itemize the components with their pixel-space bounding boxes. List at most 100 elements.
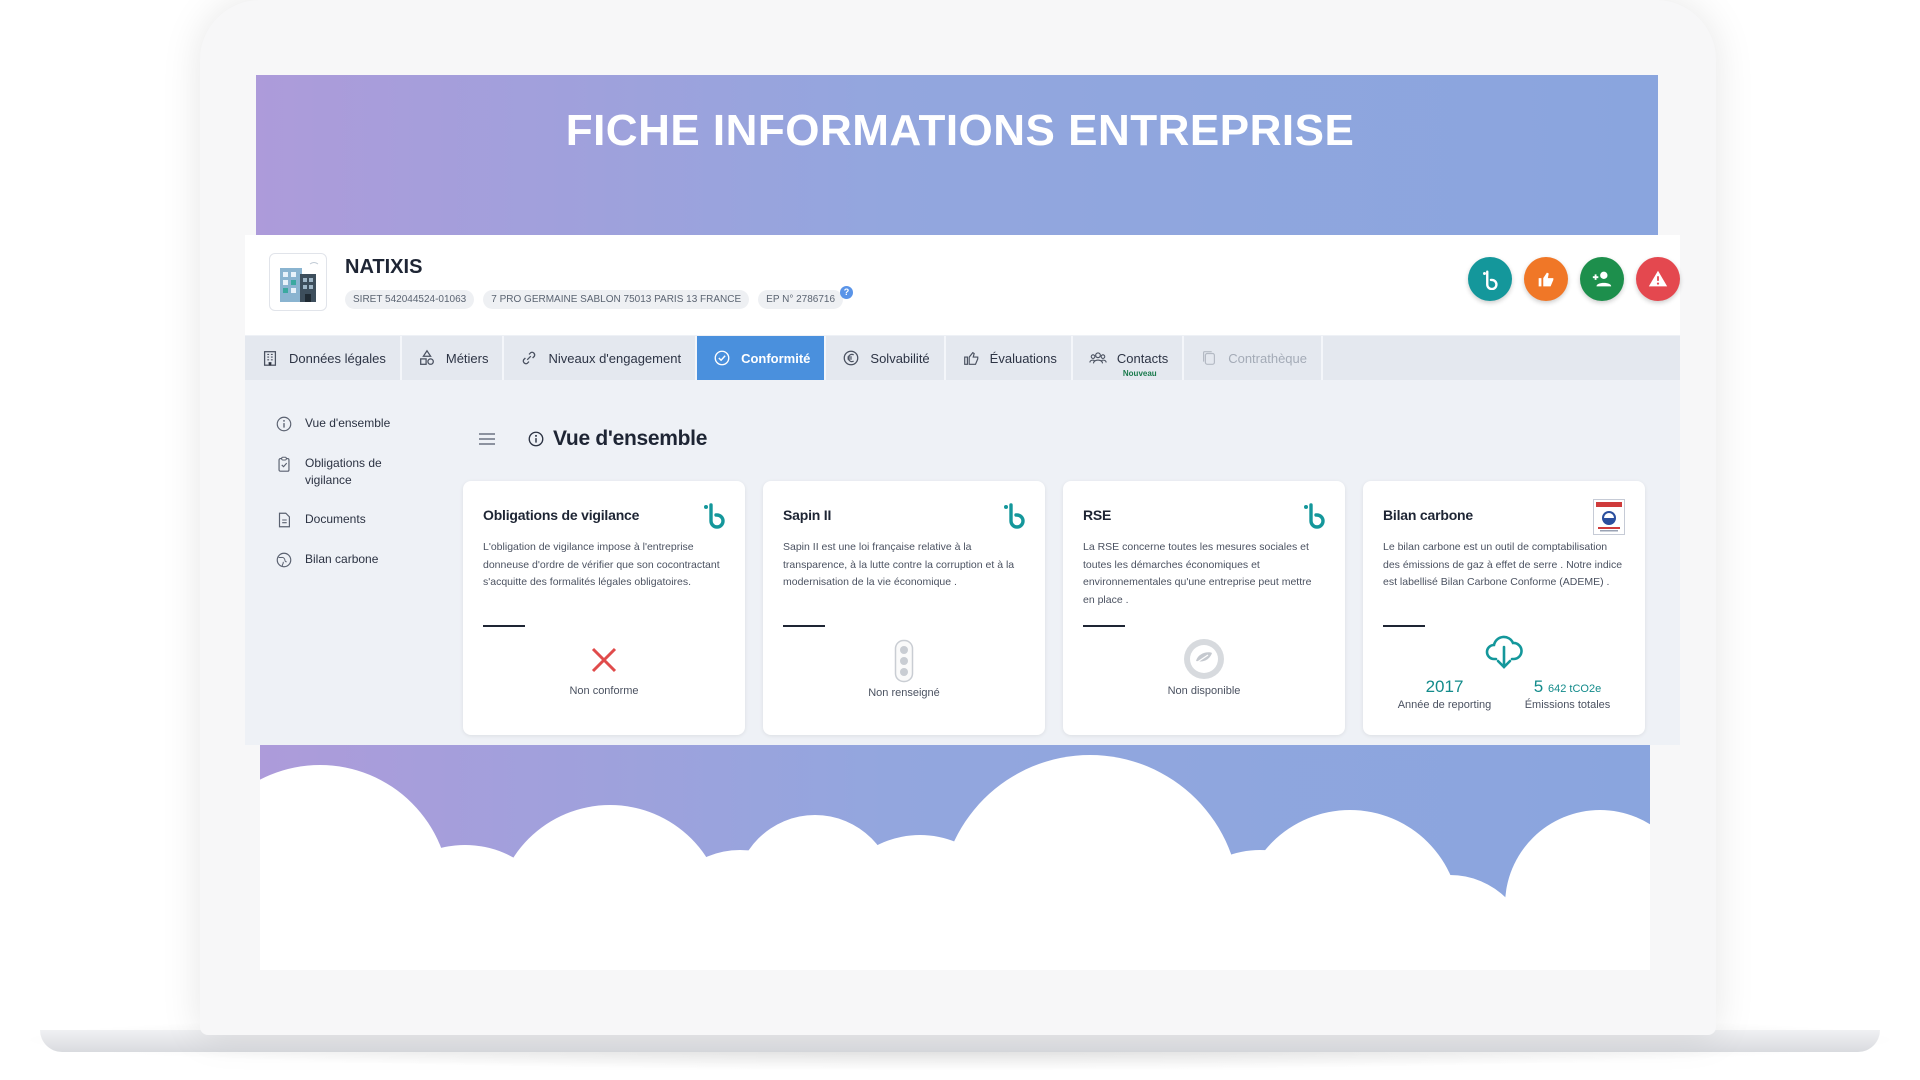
- globe-icon: [276, 552, 292, 568]
- cloud-decoration: [260, 745, 1650, 970]
- company-name: NATIXIS: [345, 256, 423, 278]
- new-badge: Nouveau: [1122, 369, 1157, 378]
- tab-label: Évaluations: [989, 350, 1057, 366]
- card-title: Bilan carbone: [1383, 507, 1473, 523]
- tab-contratheque[interactable]: Contrathèque: [1184, 336, 1323, 380]
- tab-metiers[interactable]: Métiers: [402, 336, 505, 380]
- b-logo-icon: [1483, 270, 1498, 290]
- emissions-number: 5: [1533, 677, 1544, 696]
- tab-label: Contrathèque: [1228, 350, 1307, 366]
- cloud-download-icon: [1485, 635, 1523, 669]
- tab-bar: Données légales Métiers Niveaux d'engage…: [245, 336, 1680, 380]
- card-status: Non disponible: [1063, 637, 1345, 697]
- status-label: Non conforme: [569, 685, 639, 697]
- divider: [1083, 625, 1125, 627]
- address-chip: 7 PRO GERMAINE SABLON 75013 PARIS 13 FRA…: [483, 290, 750, 309]
- action-buttons: [1468, 257, 1680, 301]
- company-sheet: NATIXIS SIRET 542044524-01063 7 PRO GERM…: [245, 235, 1680, 745]
- card-rse[interactable]: RSE La RSE concerne toutes les mesures s…: [1063, 481, 1345, 735]
- sidebar-item-vue-ensemble[interactable]: Vue d'ensemble: [275, 415, 435, 433]
- reporting-year-stat: 2017 Année de reporting: [1398, 677, 1492, 711]
- building-icon: [263, 351, 277, 366]
- sidebar-item-label: Obligations de vigilance: [305, 456, 382, 487]
- cross-icon: [591, 647, 617, 673]
- tab-label: Niveaux d'engagement: [548, 350, 682, 366]
- link-icon: [523, 351, 536, 365]
- document-icon: [278, 512, 290, 528]
- tab-contacts[interactable]: Contacts Nouveau: [1073, 336, 1185, 380]
- b-logo-icon: [1004, 503, 1025, 529]
- add-user-icon: [1592, 271, 1612, 287]
- thumbs-up-icon: [963, 351, 979, 365]
- b-logo-icon: [704, 503, 725, 529]
- tab-label: Données légales: [289, 350, 386, 366]
- clipboard-icon: [278, 456, 290, 472]
- tab-label: Métiers: [445, 350, 489, 366]
- tab-niveaux-engagement[interactable]: Niveaux d'engagement: [504, 336, 698, 380]
- compliance-cards: Obligations de vigilance L'obligation de…: [463, 481, 1645, 735]
- card-description: L'obligation de vigilance impose à l'ent…: [483, 541, 720, 588]
- info-icon: [276, 416, 292, 432]
- banner-title: FICHE INFORMATIONS ENTREPRISE: [565, 106, 1355, 155]
- check-circle-icon: [714, 350, 730, 366]
- emissions-unit: 642 tCO2e: [1547, 683, 1602, 695]
- reporting-year-label: Année de reporting: [1397, 699, 1492, 711]
- tab-solvabilite[interactable]: Solvabilité: [826, 336, 946, 380]
- card-status: Non conforme: [463, 645, 745, 697]
- b-logo-button[interactable]: [1468, 257, 1512, 301]
- menu-icon[interactable]: [477, 429, 497, 449]
- company-header: NATIXIS SIRET 542044524-01063 7 PRO GERM…: [245, 235, 1680, 335]
- divider: [1383, 625, 1425, 627]
- ademe-logo: [1593, 499, 1625, 535]
- card-title: RSE: [1083, 507, 1112, 523]
- alert-button[interactable]: [1636, 257, 1680, 301]
- sidebar-item-documents[interactable]: Documents: [275, 511, 435, 529]
- leaf-badge-icon: [1184, 639, 1224, 679]
- thumbs-up-icon: [1538, 272, 1554, 287]
- card-sapin-ii[interactable]: Sapin II Sapin II est une loi française …: [763, 481, 1045, 735]
- add-contact-button[interactable]: [1580, 257, 1624, 301]
- card-description: Le bilan carbone est un outil de comptab…: [1383, 541, 1623, 588]
- card-title: Obligations de vigilance: [483, 507, 640, 523]
- card-bilan-carbone[interactable]: Bilan carbone Le bilan carbone est un ou…: [1363, 481, 1645, 735]
- tab-evaluations[interactable]: Évaluations: [946, 336, 1073, 380]
- section-header: Vue d'ensemble: [477, 427, 707, 451]
- euro-icon: [844, 350, 859, 366]
- emissions-value: 5 642 tCO2e: [1525, 677, 1611, 697]
- card-obligations-vigilance[interactable]: Obligations de vigilance L'obligation de…: [463, 481, 745, 735]
- company-building-icon: [269, 253, 327, 311]
- status-label: Non disponible: [1167, 685, 1241, 697]
- tab-donnees-legales[interactable]: Données légales: [245, 336, 402, 380]
- tab-label: Solvabilité: [870, 350, 930, 366]
- tab-label: Conformité: [741, 350, 811, 366]
- sidebar-item-label: Documents: [305, 512, 366, 526]
- help-icon[interactable]: ?: [840, 286, 854, 299]
- carbon-stats: 2017 Année de reporting 5 642 tCO2e Émis…: [1363, 677, 1645, 711]
- sidebar-item-bilan-carbone[interactable]: Bilan carbone: [275, 551, 435, 569]
- emissions-stat: 5 642 tCO2e Émissions totales: [1525, 677, 1611, 711]
- tab-label: Contacts: [1116, 350, 1169, 366]
- ep-chip: EP N° 2786716 ?: [758, 286, 854, 309]
- card-description: Sapin II est une loi française relative …: [783, 541, 1015, 588]
- tab-conformite[interactable]: Conformité: [697, 336, 827, 380]
- reporting-year: 2017: [1425, 677, 1464, 696]
- b-logo-icon: [1304, 503, 1325, 529]
- sidebar-item-label: Vue d'ensemble: [305, 416, 391, 430]
- recommend-button[interactable]: [1524, 257, 1568, 301]
- card-description: La RSE concerne toutes les mesures socia…: [1083, 541, 1312, 606]
- company-identifiers: SIRET 542044524-01063 7 PRO GERMAINE SAB…: [345, 286, 854, 309]
- shapes-icon: [419, 349, 434, 365]
- divider: [483, 625, 525, 627]
- copy-icon: [1203, 351, 1216, 365]
- sidebar-item-label: Bilan carbone: [305, 552, 379, 566]
- divider: [783, 625, 825, 627]
- info-icon: [528, 431, 544, 447]
- card-status: Non renseigné: [763, 639, 1045, 699]
- card-title: Sapin II: [783, 507, 832, 523]
- section-title: Vue d'ensemble: [553, 427, 708, 450]
- users-icon: [1089, 352, 1107, 364]
- siret-chip: SIRET 542044524-01063: [345, 290, 475, 309]
- emissions-label: Émissions totales: [1524, 699, 1611, 711]
- sidebar-item-obligations[interactable]: Obligations de vigilance: [275, 455, 435, 489]
- warning-icon: [1648, 270, 1668, 287]
